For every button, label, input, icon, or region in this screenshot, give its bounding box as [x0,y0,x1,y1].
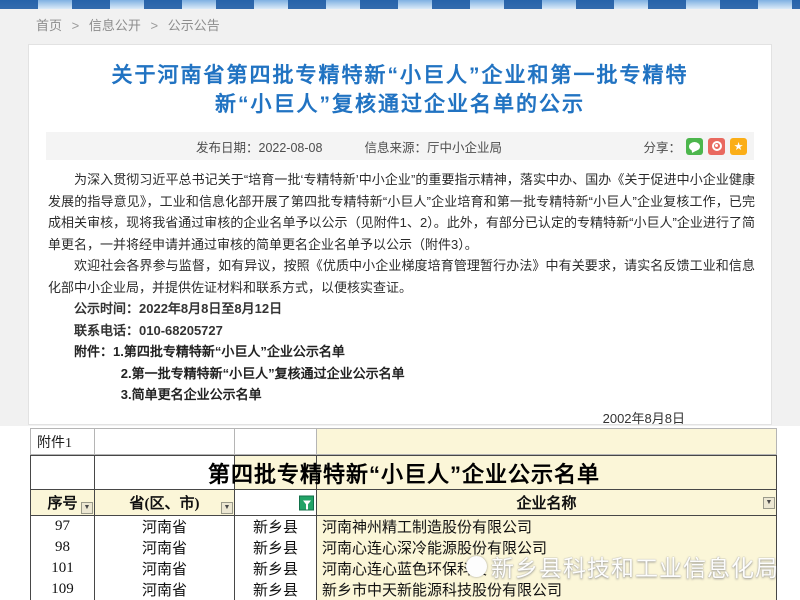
breadcrumb: 首页 > 信息公开 > 公示公告 [36,15,220,34]
attachments-label: 附件： [74,344,113,359]
article-paragraph: 为深入贯彻习近平总书记关于“培育一批‘专精特新’中小企业”的重要指示精神，落实中… [48,169,755,255]
breadcrumb-home[interactable]: 首页 [36,18,62,33]
header-label: 序号 [47,492,77,513]
header-county-filtered [235,490,317,516]
cell-county: 新乡县 [235,516,317,538]
qzone-star-share-icon[interactable]: ★ [730,138,747,155]
attachment-line-1: 附件：1.第四批专精特新“小巨人”企业公示名单 [48,341,755,363]
cell-province: 河南省 [95,537,235,559]
page: 首页 > 信息公开 > 公示公告 关于河南省第四批专精特新“小巨人”企业和第一批… [0,0,800,600]
attachment-link-1[interactable]: 1.第四批专精特新“小巨人”企业公示名单 [113,344,345,359]
cell-county: 新乡县 [235,537,317,559]
attachment-sheet: 附件1 第四批专精特新“小巨人”企业公示名单 序号 ▼ 省(区、市) [0,426,800,600]
top-nav-bar-edge [0,0,800,9]
sheet-cell-empty [235,429,317,455]
header-label: 省(区、市) [130,492,200,513]
wechat-share-icon[interactable] [686,138,703,155]
header-company-name: 企业名称 ▼ [317,490,777,516]
share-bar: 分享： ★ [643,137,747,156]
funnel-icon [303,500,311,505]
table-header-row: 序号 ▼ 省(区、市) ▼ 企业名称 ▼ [31,490,777,516]
watermark-text: 新乡县科技和工业信息化局 [491,549,779,583]
cell-serial: 109 [31,579,95,600]
cell-county: 新乡县 [235,579,317,600]
header-label: 企业名称 [516,492,576,513]
wechat-bubble-icon [689,142,700,151]
table-title-row: 第四批专精特新“小巨人”企业公示名单 [31,456,777,490]
autofilter-dropdown-icon[interactable]: ▼ [763,497,775,509]
page-title-line2: 新“小巨人”复核通过企业名单的公示 [29,90,771,119]
cell-province: 河南省 [95,558,235,580]
autofilter-dropdown-icon[interactable]: ▼ [81,502,93,514]
header-province: 省(区、市) ▼ [95,490,235,516]
notice-period-line: 公示时间：2022年8月8日至8月12日 [48,298,755,320]
active-filter-icon[interactable] [299,495,314,510]
attachment-link-2[interactable]: 2.第一批专精特新“小巨人”复核通过企业公示名单 [48,363,755,385]
attachment-link-3[interactable]: 3.简单更名企业公示名单 [48,384,755,406]
article-meta-bar: 发布日期：2022-08-08 信息来源：厅中小企业局 分享： ★ [46,132,754,160]
sheet-label-row: 附件1 [30,428,777,455]
article-body: 为深入贯彻习近平总书记关于“培育一批‘专精特新’中小企业”的重要指示精神，落实中… [48,169,755,429]
sheet-cell-empty [95,429,235,455]
autofilter-dropdown-icon[interactable]: ▼ [221,502,233,514]
article-card: 关于河南省第四批专精特新“小巨人”企业和第一批专精特 新“小巨人”复核通过企业名… [28,44,772,425]
breadcrumb-current: 公示公告 [168,18,220,33]
cell-county: 新乡县 [235,558,317,580]
sheet-cell-empty [317,429,777,455]
table-title: 第四批专精特新“小巨人”企业公示名单 [31,456,777,490]
publish-date: 发布日期：2022-08-08 [46,137,322,156]
cell-serial: 97 [31,516,95,538]
breadcrumb-separator: > [151,18,159,33]
weibo-share-icon[interactable] [708,138,725,155]
cell-province: 河南省 [95,579,235,600]
breadcrumb-separator: > [72,18,80,33]
header-serial-number: 序号 ▼ [31,490,95,516]
info-source: 信息来源：厅中小企业局 [364,137,502,156]
page-title-line1: 关于河南省第四批专精特新“小巨人”企业和第一批专精特 [29,61,771,90]
cell-province: 河南省 [95,516,235,538]
table-row: 97 河南省 新乡县 河南神州精工制造股份有限公司 [31,516,777,537]
sheet-label: 附件1 [31,429,95,455]
contact-phone-line: 联系电话：010-68205727 [48,320,755,342]
breadcrumb-info-disclosure[interactable]: 信息公开 [89,18,141,33]
share-label: 分享： [643,137,681,156]
cell-company: 河南神州精工制造股份有限公司 [317,516,777,538]
watermark-logo-icon [466,556,487,577]
weibo-eye-icon [712,141,722,151]
cell-serial: 98 [31,537,95,559]
watermark: 新乡县科技和工业信息化局 [466,552,779,580]
cell-serial: 101 [31,558,95,580]
article-paragraph: 欢迎社会各界参与监督，如有异议，按照《优质中小企业梯度培育管理暂行办法》中有关要… [48,255,755,298]
page-title: 关于河南省第四批专精特新“小巨人”企业和第一批专精特 新“小巨人”复核通过企业名… [29,61,771,119]
